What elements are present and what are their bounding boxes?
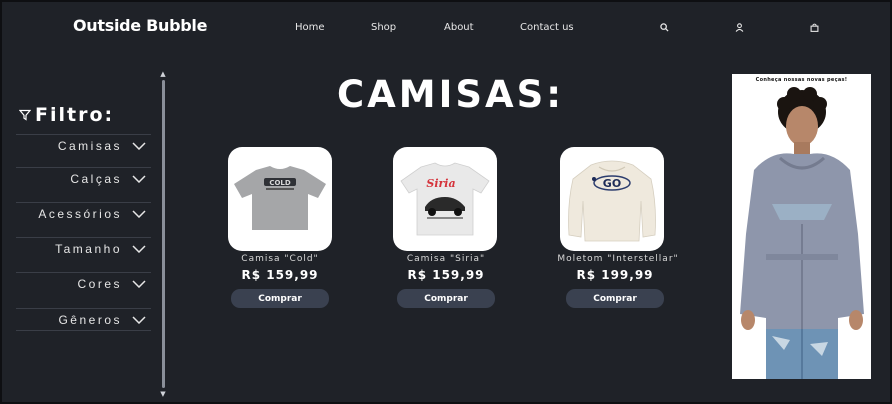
promo-model-image <box>740 87 864 379</box>
chevron-down-icon <box>132 245 146 253</box>
product-image-siria[interactable]: Siria <box>393 147 497 251</box>
chevron-down-icon <box>132 315 146 324</box>
filter-calcas[interactable]: Calças <box>16 167 151 190</box>
filter-title-text: Filtro: <box>35 104 115 126</box>
nav-contact[interactable]: Contact us <box>520 22 574 33</box>
search-icon[interactable] <box>658 21 670 33</box>
chevron-down-icon <box>132 142 146 150</box>
buy-button[interactable]: Comprar <box>231 289 329 308</box>
chevron-down-icon <box>132 210 146 218</box>
bag-icon[interactable] <box>808 21 820 33</box>
nav-shop[interactable]: Shop <box>371 22 396 33</box>
chevron-down-icon <box>132 280 146 288</box>
buy-button[interactable]: Comprar <box>566 289 664 308</box>
scroll-down-arrow-icon[interactable]: ▼ <box>159 390 167 398</box>
page-title: CAMISAS: <box>337 73 565 116</box>
filter-generos[interactable]: Gêneros <box>16 308 151 331</box>
filter-icon <box>19 109 31 121</box>
shirt-graphic-text: COLD <box>269 179 291 187</box>
nav-about[interactable]: About <box>444 22 474 33</box>
product-price: R$ 159,99 <box>241 268 319 282</box>
filter-title: Filtro: <box>19 104 114 126</box>
user-icon[interactable] <box>733 21 745 33</box>
buy-button[interactable]: Comprar <box>397 289 495 308</box>
scroll-up-arrow-icon[interactable]: ▲ <box>159 70 167 78</box>
product-name: Camisa "Cold" <box>241 254 319 264</box>
filter-cores[interactable]: Cores <box>16 272 151 295</box>
filter-label: Gêneros <box>58 312 122 327</box>
promo-banner[interactable]: Conheça nossas novas peças! <box>732 74 871 379</box>
nav-home[interactable]: Home <box>295 22 325 33</box>
sweater-graphic-text: GO <box>603 177 621 190</box>
filter-label: Acessórios <box>38 207 122 221</box>
filter-label: Tamanho <box>55 242 122 256</box>
filter-label: Calças <box>70 172 122 186</box>
product-name: Camisa "Siria" <box>406 254 486 264</box>
filter-label: Camisas <box>57 139 122 153</box>
product-image-cold[interactable]: COLD <box>228 147 332 251</box>
product-price: R$ 159,99 <box>407 268 485 282</box>
filter-tamanho[interactable]: Tamanho <box>16 237 151 260</box>
filter-camisas[interactable]: Camisas <box>16 134 151 157</box>
filter-acessorios[interactable]: Acessórios <box>16 202 151 225</box>
chevron-down-icon <box>132 175 146 183</box>
product-price: R$ 199,99 <box>576 268 654 282</box>
product-image-interstellar[interactable]: GO <box>560 147 664 251</box>
scroll-thumb[interactable] <box>162 80 165 388</box>
site-logo[interactable]: Outside Bubble <box>73 16 207 35</box>
shirt-graphic-text: Siria <box>426 177 455 190</box>
filter-label: Cores <box>77 277 122 291</box>
sidebar-scrollbar[interactable]: ▲ ▼ <box>159 70 167 398</box>
product-name: Moletom "Interstellar" <box>557 254 679 264</box>
